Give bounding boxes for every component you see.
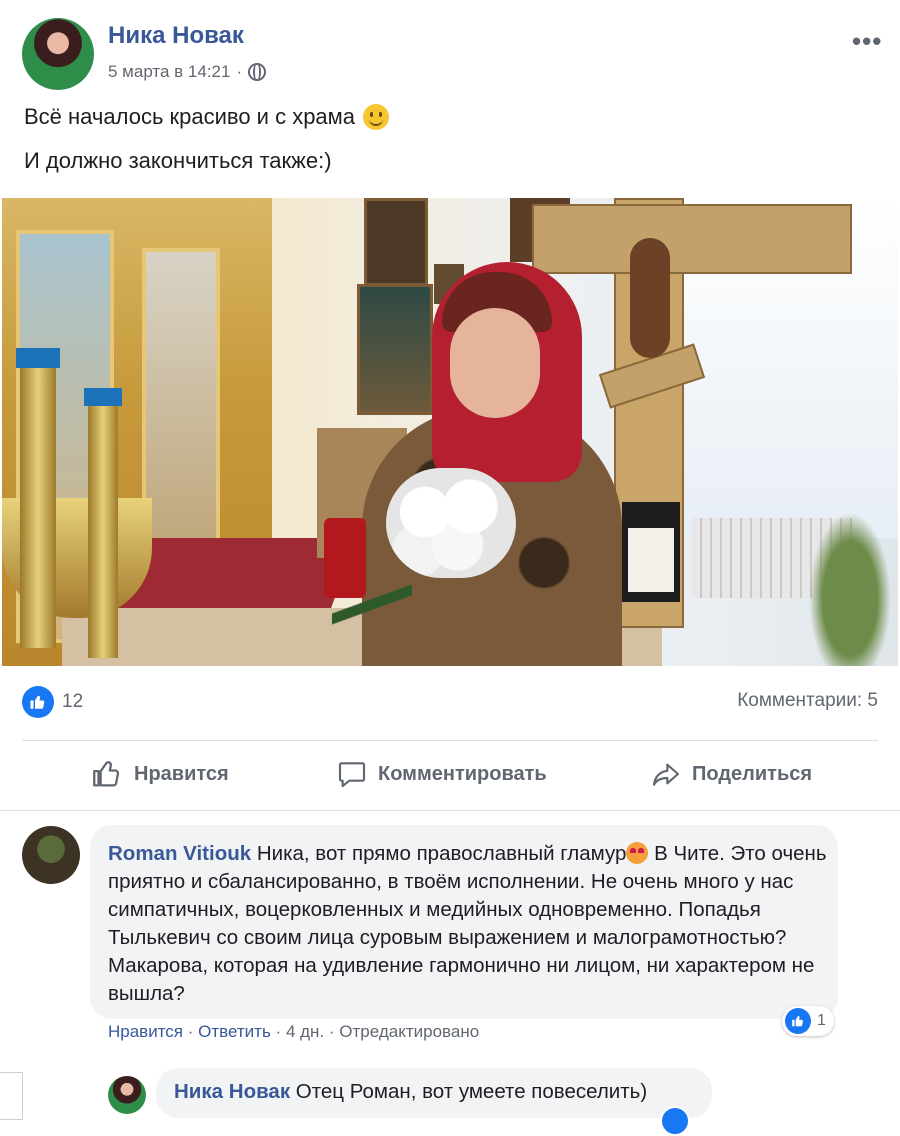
reply-body: Ника Новак Отец Роман, вот умеете повесе… xyxy=(174,1080,647,1104)
like-button[interactable]: Нравится xyxy=(90,754,229,794)
post-text-content: Всё началось красиво и с храма xyxy=(24,104,356,129)
share-button[interactable]: Поделиться xyxy=(650,754,812,794)
commenter-avatar[interactable] xyxy=(22,826,80,884)
heart-eyes-cat-emoji-icon xyxy=(626,842,649,864)
photo-crucifix-horizontal xyxy=(532,204,852,274)
reply-author-avatar[interactable] xyxy=(108,1076,146,1114)
divider xyxy=(0,810,900,811)
left-edge-panel xyxy=(0,1072,23,1120)
comment-like-link[interactable]: Нравится xyxy=(108,1022,183,1041)
like-reaction-icon xyxy=(22,686,54,718)
share-button-label: Поделиться xyxy=(692,762,813,785)
photo-wall-icon xyxy=(357,284,433,415)
post-meta: 5 марта в 14:21 · xyxy=(108,62,267,82)
comment-body: Roman Vitiouk Ника, вот прямо православн… xyxy=(108,840,828,1008)
comment-edited-label[interactable]: Отредактировано xyxy=(339,1022,479,1041)
separator-dot: · xyxy=(236,62,243,81)
globe-icon[interactable] xyxy=(248,63,267,81)
photo-wall-icon xyxy=(364,198,428,286)
more-options-button[interactable]: ••• xyxy=(852,26,882,57)
photo-red-candle xyxy=(324,518,366,598)
post-photo[interactable] xyxy=(2,198,898,666)
comment-reply-link[interactable]: Ответить xyxy=(198,1022,271,1041)
post-text-line1: Всё началось красиво и с храма xyxy=(24,104,390,130)
separator-dot: · xyxy=(328,1022,340,1041)
photo-white-flowers xyxy=(386,468,516,578)
comment-bubble-icon xyxy=(338,762,366,788)
comment-button-label: Комментировать xyxy=(378,762,547,785)
photo-candlestand xyxy=(88,388,118,658)
reply-text: Отец Роман, вот умеете повеселить) xyxy=(295,1080,648,1103)
photo-candle-cup xyxy=(84,388,122,406)
like-button-label: Нравится xyxy=(134,762,229,785)
comments-count-link[interactable]: Комментарии: 5 xyxy=(737,690,878,712)
photo-sign xyxy=(628,528,674,592)
reply-reaction-icon[interactable] xyxy=(660,1106,690,1136)
photo-face xyxy=(450,308,540,418)
photo-plant xyxy=(802,498,898,666)
separator-dot: · xyxy=(187,1022,199,1041)
comment-age[interactable]: 4 дн. xyxy=(286,1022,324,1041)
like-reaction-icon xyxy=(785,1008,811,1034)
comment-button[interactable]: Комментировать xyxy=(336,754,547,794)
commenter-name[interactable]: Roman Vitiouk xyxy=(108,842,251,865)
comment-text-part2: В Чите. Это очень приятно и сбалансирова… xyxy=(108,842,827,1005)
photo-candle-cup xyxy=(16,348,60,368)
comment-actions: Нравится · Ответить · 4 дн. · Отредактир… xyxy=(108,1022,479,1042)
divider xyxy=(22,740,878,741)
photo-candlestand xyxy=(20,348,56,648)
post-text-line2: И должно закончиться также:) xyxy=(24,148,332,173)
reaction-summary[interactable]: 12 xyxy=(22,686,83,718)
separator-dot: · xyxy=(275,1022,286,1041)
share-arrow-icon xyxy=(652,763,680,786)
comment-reaction-badge[interactable]: 1 xyxy=(782,1006,834,1036)
post-timestamp[interactable]: 5 марта в 14:21 xyxy=(108,62,230,82)
smiley-emoji-icon xyxy=(363,104,390,130)
comment-reaction-count: 1 xyxy=(817,1012,826,1029)
reply-author-name[interactable]: Ника Новак xyxy=(174,1080,290,1103)
post-author-name[interactable]: Ника Новак xyxy=(108,22,244,50)
thumbs-up-icon xyxy=(93,761,120,787)
author-avatar[interactable] xyxy=(22,18,94,90)
photo-crucifix-figure xyxy=(630,238,670,358)
like-count: 12 xyxy=(62,691,84,712)
comment-text-part1: Ника, вот прямо православный гламур xyxy=(256,842,627,865)
